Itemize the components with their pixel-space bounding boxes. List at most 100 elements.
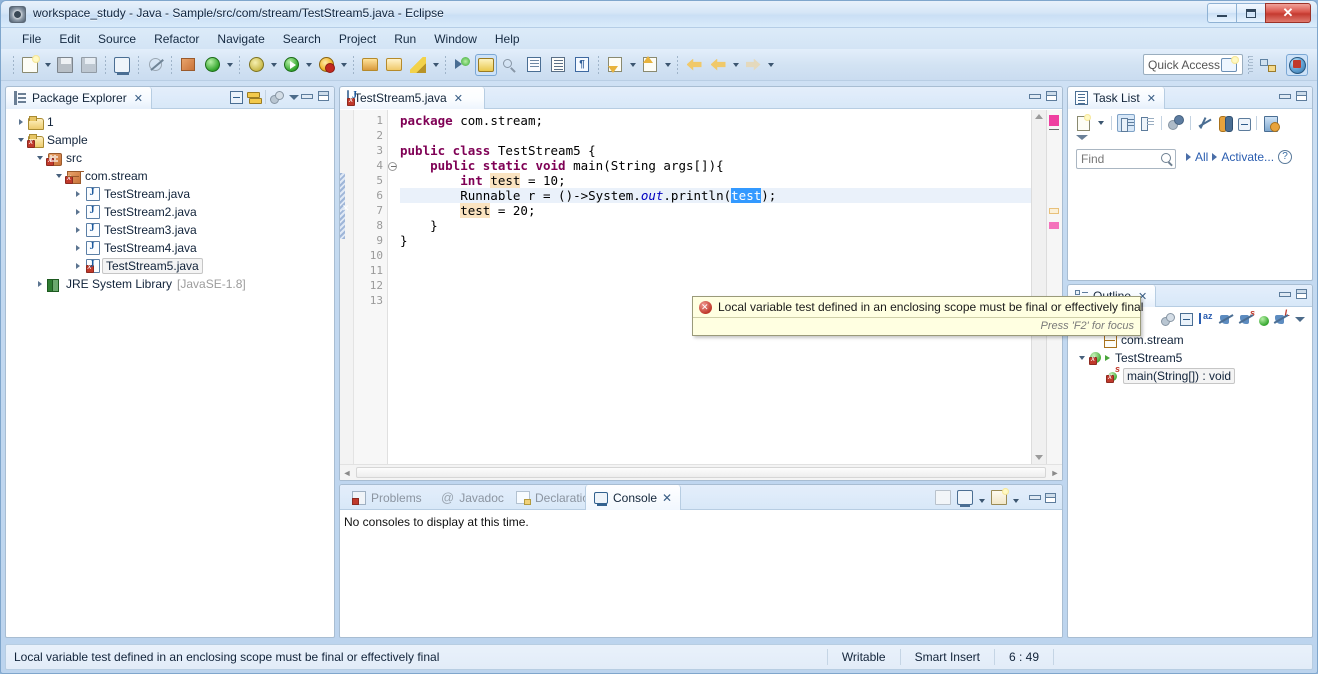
menu-project[interactable]: Project (330, 30, 385, 48)
tab-package-explorer[interactable]: Package Explorer ✕ (6, 87, 152, 109)
tab-teststream5-java[interactable]: TestStream5.java ✕ (340, 87, 485, 109)
tab-console[interactable]: Console ✕ (585, 485, 682, 510)
filter-arrow-icon[interactable] (1212, 153, 1218, 161)
java-ee-perspective-icon[interactable] (1257, 54, 1279, 76)
menu-help[interactable]: Help (486, 30, 529, 48)
close-icon[interactable]: ✕ (454, 92, 463, 105)
coverage-icon[interactable] (315, 54, 337, 76)
folder-icon[interactable] (383, 54, 405, 76)
error-marker-icon[interactable] (340, 202, 354, 216)
close-button[interactable]: ✕ (1265, 3, 1311, 23)
outline-item-class[interactable]: TestStream5 (1068, 349, 1312, 367)
task-import-icon[interactable] (523, 54, 545, 76)
menu-file[interactable]: File (13, 30, 50, 48)
close-icon[interactable]: ✕ (1147, 92, 1156, 105)
tree-item-teststream4-java[interactable]: TestStream4.java (6, 239, 334, 257)
minimize-icon[interactable] (1279, 290, 1291, 299)
run-dropdown-arrow-icon[interactable] (303, 54, 314, 76)
scroll-left-icon[interactable]: ◄ (340, 468, 354, 478)
focus-icon[interactable] (1167, 114, 1185, 132)
people-icon[interactable] (1217, 114, 1235, 132)
forward-arrow-icon[interactable] (742, 54, 764, 76)
open-perspective-icon[interactable] (1218, 54, 1240, 76)
hide-fields-icon[interactable] (1219, 312, 1234, 326)
tree-item-package-com-stream[interactable]: com.stream (6, 167, 334, 185)
fold-collapse-icon[interactable] (388, 158, 400, 173)
green-dot-icon[interactable] (1259, 315, 1269, 326)
scroll-right-icon[interactable]: ► (1048, 468, 1062, 478)
minimize-icon[interactable] (1029, 92, 1041, 101)
quickfix-dropdown-arrow-icon[interactable] (430, 54, 441, 76)
expand-icon[interactable] (71, 221, 84, 239)
overview-warning-mark[interactable] (1049, 222, 1059, 229)
skip-breakpoints-icon[interactable] (144, 54, 166, 76)
sync-icon[interactable] (1262, 114, 1280, 132)
pencil-icon[interactable] (407, 54, 429, 76)
hscroll-thumb[interactable] (356, 467, 1046, 478)
menu-navigate[interactable]: Navigate (208, 30, 273, 48)
new-document-icon[interactable] (19, 54, 41, 76)
green-circle-icon[interactable] (201, 54, 223, 76)
collapse-icon[interactable] (1075, 349, 1088, 367)
tab-javadoc[interactable]: @ Javadoc (433, 485, 512, 510)
tree-item-project-sample[interactable]: Sample (6, 131, 334, 149)
expand-icon[interactable] (33, 275, 46, 293)
menu-source[interactable]: Source (89, 30, 145, 48)
print-icon[interactable] (111, 54, 133, 76)
menu-search[interactable]: Search (274, 30, 330, 48)
focus-icon[interactable] (1161, 312, 1175, 326)
filter-activate-link[interactable]: Activate... (1221, 150, 1274, 164)
maximize-button[interactable] (1236, 3, 1265, 23)
marker-pen-icon[interactable] (475, 53, 497, 76)
tree-item-src[interactable]: src (6, 149, 334, 167)
outline-item-method-main[interactable]: s main(String[]) : void (1068, 364, 1312, 385)
expand-icon[interactable] (71, 239, 84, 257)
maximize-icon[interactable] (1045, 492, 1056, 503)
scheduled-icon[interactable] (1138, 114, 1156, 132)
next-annotation-icon[interactable] (604, 54, 626, 76)
close-icon[interactable]: ✕ (134, 92, 143, 105)
new-package-icon[interactable] (177, 54, 199, 76)
maximize-icon[interactable] (1296, 289, 1307, 299)
filter-all-link[interactable]: All (1195, 150, 1208, 164)
minimize-button[interactable] (1207, 3, 1236, 23)
expand-icon[interactable] (71, 257, 84, 275)
list-icon[interactable] (547, 54, 569, 76)
external-tools-dropdown-arrow-icon[interactable] (224, 54, 235, 76)
last-edit-icon[interactable] (683, 54, 705, 76)
save-all-icon[interactable] (78, 54, 100, 76)
folding-ruler[interactable] (388, 110, 400, 464)
link-editor-icon[interactable] (247, 91, 262, 104)
collapse-all-icon[interactable] (1238, 117, 1251, 131)
new-task-icon[interactable] (1074, 114, 1092, 132)
new-console-icon[interactable] (991, 488, 1009, 505)
magnifier-icon[interactable] (1161, 153, 1171, 163)
filter-arrow-icon[interactable] (1186, 153, 1191, 161)
help-icon[interactable]: ? (1278, 150, 1293, 164)
tab-task-list[interactable]: Task List ✕ (1068, 87, 1165, 109)
previous-annotation-icon[interactable] (639, 54, 661, 76)
overview-error-mark[interactable] (1049, 115, 1059, 126)
collapse-icon[interactable] (33, 149, 46, 167)
back-dropdown-arrow-icon[interactable] (730, 54, 741, 76)
maximize-icon[interactable] (318, 91, 329, 101)
editor-vertical-scrollbar[interactable] (1031, 110, 1046, 464)
menu-edit[interactable]: Edit (50, 30, 89, 48)
console-output[interactable]: No consoles to display at this time. (340, 510, 1062, 637)
synchronize-cross-icon[interactable] (1196, 114, 1214, 132)
coverage-dropdown-arrow-icon[interactable] (338, 54, 349, 76)
package-explorer-tree[interactable]: 1 Sample src com.stream (6, 110, 334, 637)
tab-problems[interactable]: Problems (344, 485, 430, 510)
search-icon[interactable] (499, 54, 521, 76)
minimize-icon[interactable] (1279, 92, 1291, 101)
categorized-icon[interactable] (1117, 114, 1135, 132)
previous-annotation-dropdown-arrow-icon[interactable] (662, 54, 673, 76)
maximize-icon[interactable] (1296, 91, 1307, 101)
scroll-up-icon[interactable] (1035, 114, 1043, 119)
new-console-dropdown-arrow-icon[interactable] (1013, 498, 1019, 503)
forward-dropdown-arrow-icon[interactable] (765, 54, 776, 76)
pin-icon[interactable] (935, 490, 951, 505)
java-perspective-icon[interactable] (1286, 54, 1308, 76)
maximize-icon[interactable] (1046, 91, 1057, 101)
annotation-ruler[interactable] (340, 110, 354, 464)
